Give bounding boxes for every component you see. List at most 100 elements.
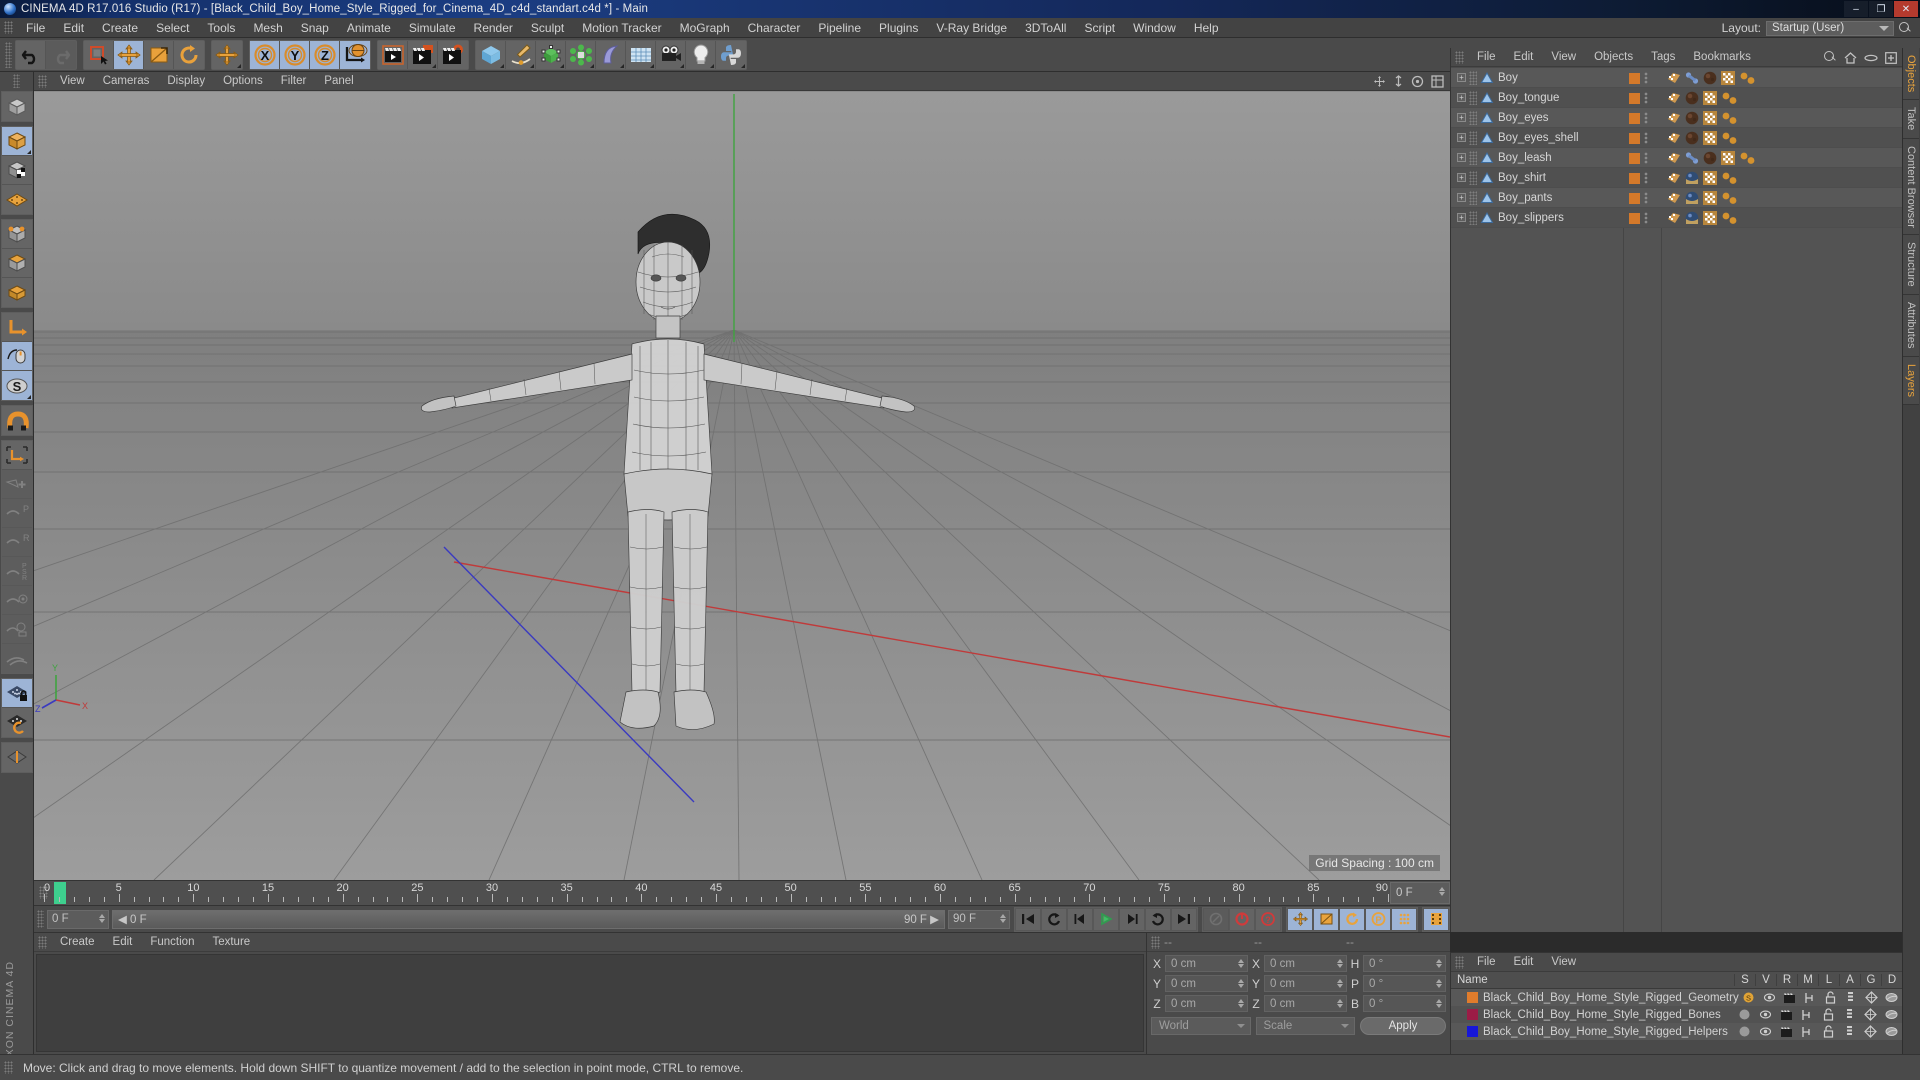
layer-color-swatch[interactable] [1629, 212, 1640, 224]
point-cache-tag-icon[interactable] [1721, 111, 1739, 125]
key-rotation-button[interactable] [1339, 907, 1365, 931]
point-cache-tag-icon[interactable] [1721, 211, 1739, 225]
menu-item-mograph[interactable]: MoGraph [671, 18, 739, 38]
left-toolbar-drag-handle[interactable] [13, 74, 20, 88]
ellipse-icon[interactable] [1864, 53, 1878, 63]
menu-item-animate[interactable]: Animate [338, 18, 400, 38]
keyframe-selection-button[interactable] [1423, 907, 1449, 931]
model-mode-button[interactable] [1, 127, 32, 156]
timeline-range-slider[interactable]: ◀ 0 F 90 F ▶ [112, 909, 945, 929]
add-deformer-button[interactable] [566, 40, 596, 69]
checker-tag-icon[interactable] [1721, 151, 1735, 165]
close-button[interactable]: ✕ [1894, 1, 1918, 17]
texture-tag-icon[interactable] [1685, 91, 1699, 105]
enable-axis-button[interactable]: S [1, 371, 32, 400]
dock-tab-structure[interactable]: Structure [1903, 235, 1919, 296]
add-generator-button[interactable] [536, 40, 566, 69]
layer-solo-toggle[interactable]: S [1739, 989, 1759, 1006]
expand-toggle-icon[interactable]: + [1457, 133, 1466, 142]
go-to-start-button[interactable] [1015, 907, 1041, 931]
layer-toggle-m[interactable] [1797, 1006, 1818, 1023]
cloth-tag-icon[interactable] [1685, 211, 1699, 225]
magnet-button[interactable] [1, 406, 32, 435]
menu-item-edit[interactable]: Edit [54, 18, 93, 38]
menu-item-help[interactable]: Help [1185, 18, 1228, 38]
add-floor-button[interactable] [626, 40, 656, 69]
maximize-viewport-icon[interactable] [1431, 75, 1444, 88]
visibility-dots-icon[interactable] [1644, 212, 1648, 224]
object-drag-dots-icon[interactable] [1469, 110, 1477, 125]
uv-tag-icon[interactable] [1667, 211, 1681, 225]
point-cache-tag-icon[interactable] [1721, 171, 1739, 185]
toolbar-drag-handle[interactable] [5, 41, 12, 68]
dock-tab-attributes[interactable]: Attributes [1903, 295, 1919, 357]
expand-toggle-icon[interactable]: + [1457, 93, 1466, 102]
object-row[interactable]: + Boy_leash [1451, 148, 1902, 168]
checker-tag-icon[interactable] [1721, 71, 1735, 85]
live-selection-button[interactable] [84, 40, 114, 69]
menu-item-snap[interactable]: Snap [292, 18, 338, 38]
coordinates-drag-handle[interactable] [1151, 935, 1160, 949]
dock-tab-content-browser[interactable]: Content Browser [1903, 138, 1919, 236]
scale-button[interactable] [144, 40, 174, 69]
coord-rot-field[interactable]: 0 ° [1363, 995, 1446, 1012]
menu-item-pipeline[interactable]: Pipeline [809, 18, 870, 38]
points-mode-button[interactable] [1, 185, 32, 214]
material-menu-texture[interactable]: Texture [203, 933, 259, 952]
object-drag-dots-icon[interactable] [1469, 130, 1477, 145]
checker-tag-icon[interactable] [1703, 191, 1717, 205]
transform-mode-dropdown[interactable]: Scale [1255, 1017, 1355, 1035]
layer-color-swatch[interactable] [1629, 72, 1640, 84]
uv-tag-icon[interactable] [1667, 171, 1681, 185]
layer-toggle-g[interactable] [1861, 989, 1881, 1006]
viewport-menu-display[interactable]: Display [158, 72, 214, 91]
material-menu-create[interactable]: Create [51, 933, 104, 952]
layer-row[interactable]: Black_Child_Boy_Home_Style_Rigged_Bones [1451, 1006, 1902, 1023]
layer-toggle-v[interactable] [1759, 989, 1779, 1006]
object-manager-menu-file[interactable]: File [1468, 48, 1505, 67]
timeline-track[interactable]: 0 5 10 15 20 25 30 35 40 45 50 55 60 65 70 75 80 85 90 [44, 881, 1389, 906]
menu-item-tools[interactable]: Tools [198, 18, 244, 38]
x-axis-button[interactable]: X [250, 40, 280, 69]
status-drag-handle[interactable] [4, 1061, 13, 1074]
material-drag-handle[interactable] [38, 935, 47, 949]
go-to-next-key-button[interactable] [1145, 907, 1171, 931]
uv-tag-icon[interactable] [1667, 91, 1681, 105]
autokeying-button[interactable]: ? [1255, 907, 1281, 931]
layer-toggle-d[interactable] [1882, 989, 1902, 1006]
uv-tag-icon[interactable] [1667, 71, 1681, 85]
layer-toggle-r[interactable] [1776, 1006, 1797, 1023]
coord-spinner[interactable] [1337, 959, 1343, 968]
render-to-picture-viewer-button[interactable] [408, 40, 438, 69]
snap-quantize-button[interactable] [1, 615, 32, 644]
rotate-viewport-icon[interactable] [1411, 75, 1424, 88]
coord-spinner[interactable] [1436, 999, 1442, 1008]
object-drag-dots-icon[interactable] [1469, 70, 1477, 85]
layer-color-swatch[interactable] [1467, 992, 1478, 1003]
rotate-button[interactable] [174, 40, 204, 69]
bone-tag-icon[interactable] [1685, 71, 1699, 85]
layer-drag-handle[interactable] [1455, 955, 1464, 969]
menubar-drag-handle[interactable] [4, 21, 13, 34]
menu-item-plugins[interactable]: Plugins [870, 18, 927, 38]
layer-toggle-l[interactable] [1820, 989, 1840, 1006]
expand-toggle-icon[interactable]: + [1457, 113, 1466, 122]
object-manager-menu-view[interactable]: View [1542, 48, 1585, 67]
viewport-menu-panel[interactable]: Panel [315, 72, 362, 91]
coord-size-field[interactable]: 0 cm [1264, 955, 1347, 972]
layer-row[interactable]: Black_Child_Boy_Home_Style_Rigged_Geomet… [1451, 989, 1902, 1006]
checker-tag-icon[interactable] [1703, 131, 1717, 145]
workplane-rotate-button[interactable] [1, 708, 32, 737]
coord-spinner[interactable] [1436, 959, 1442, 968]
layer-toggle-m[interactable] [1800, 989, 1820, 1006]
layer-color-swatch[interactable] [1629, 172, 1640, 184]
layer-toggle-l[interactable] [1818, 1006, 1839, 1023]
render-settings-button[interactable] [438, 40, 468, 69]
key-position-button[interactable] [1287, 907, 1313, 931]
cloth-tag-icon[interactable] [1685, 191, 1699, 205]
timeline-frame-spinner[interactable] [1439, 887, 1445, 896]
expand-toggle-icon[interactable]: + [1457, 213, 1466, 222]
play-button[interactable] [1093, 907, 1119, 931]
current-frame-spinner[interactable] [99, 913, 105, 923]
layer-toggle-g[interactable] [1860, 1006, 1881, 1023]
